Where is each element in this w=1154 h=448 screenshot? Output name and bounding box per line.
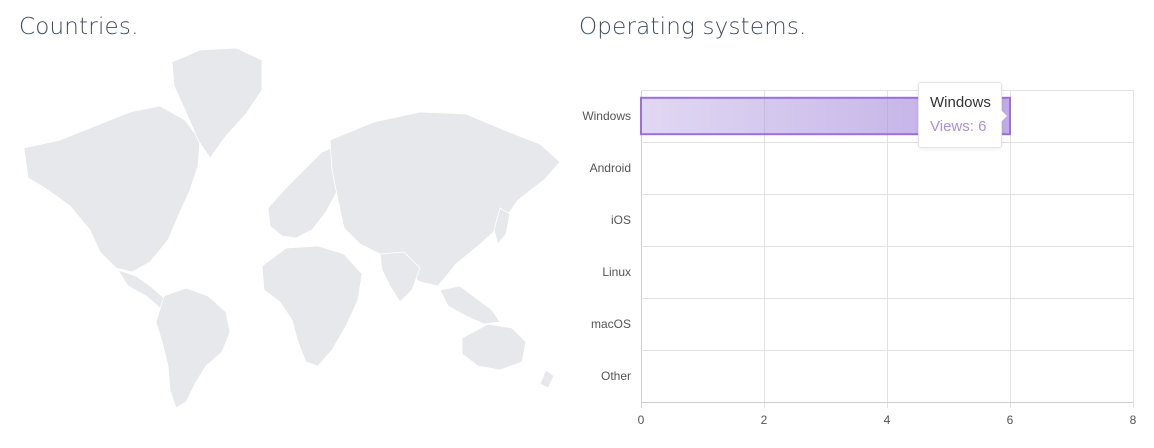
north-america-region[interactable] <box>23 105 201 273</box>
chart-grid <box>641 90 1134 408</box>
tooltip-value: Views: 6 <box>930 118 987 135</box>
south-america-region[interactable] <box>155 287 231 409</box>
x-tick-label: 4 <box>884 413 891 427</box>
australia-region[interactable] <box>461 323 527 371</box>
y-tick-label-linux: Linux <box>602 265 631 279</box>
y-tick-label-other: Other <box>601 369 631 383</box>
y-tick-label-android: Android <box>590 161 631 175</box>
x-tick-label: 2 <box>761 413 768 427</box>
africa-region[interactable] <box>261 245 363 367</box>
x-axis-labels: 0 2 4 6 8 <box>638 413 1137 427</box>
os-bar-chart: Windows Android iOS Linux macOS Other 0 2 4 6 8 <box>582 90 1137 427</box>
y-tick-label-windows: Windows <box>582 109 631 123</box>
asia-region[interactable] <box>329 111 560 287</box>
southeast-asia-region[interactable] <box>439 285 501 325</box>
x-tick-label: 0 <box>638 413 645 427</box>
x-tick-label: 6 <box>1007 413 1014 427</box>
tooltip-title: Windows <box>930 94 991 111</box>
new-zealand-region[interactable] <box>539 369 555 389</box>
countries-title: Countries. <box>19 14 139 40</box>
y-axis-labels: Windows Android iOS Linux macOS Other <box>582 109 631 383</box>
operating-systems-title: Operating systems. <box>579 14 807 40</box>
world-map[interactable] <box>0 40 560 420</box>
x-tick-label: 8 <box>1130 413 1137 427</box>
y-tick-label-ios: iOS <box>611 213 631 227</box>
tooltip-arrow <box>1001 110 1007 122</box>
y-tick-label-macos: macOS <box>591 317 631 331</box>
chart-tooltip: Windows Views: 6 <box>918 82 1002 148</box>
